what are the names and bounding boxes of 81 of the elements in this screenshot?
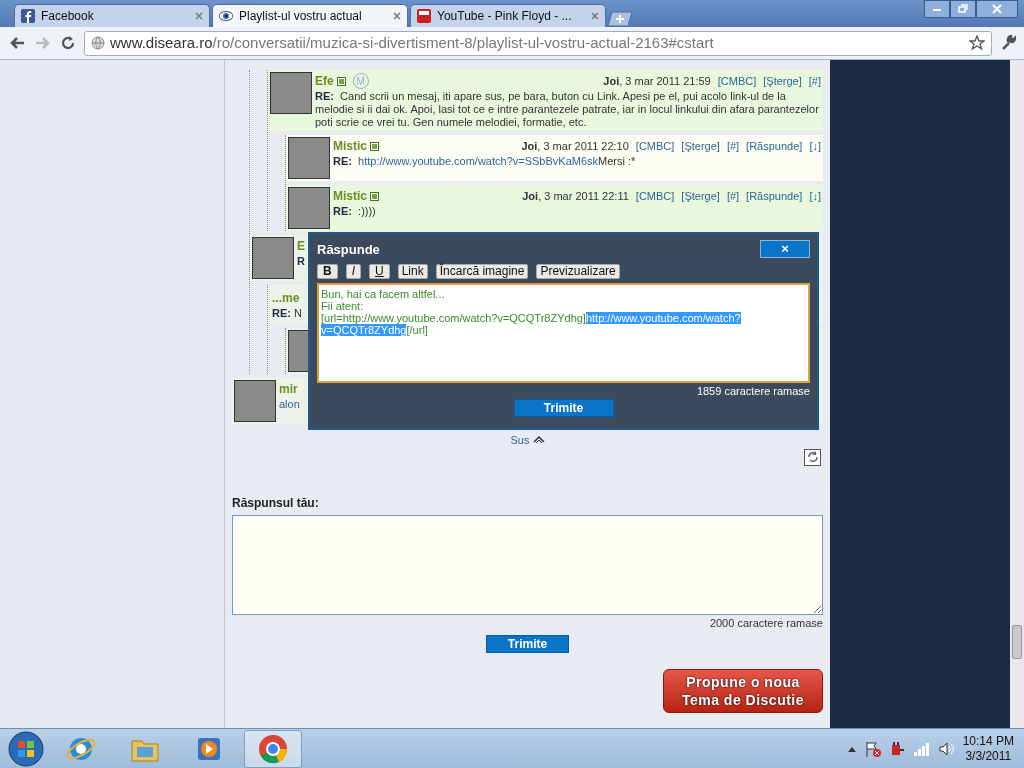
- avatar-placeholder: [288, 137, 330, 179]
- action-link[interactable]: [↓]: [809, 187, 821, 205]
- format-button[interactable]: Încarcă imagine: [435, 263, 529, 279]
- taskbar-button[interactable]: [244, 729, 302, 768]
- message-field[interactable]: Bun, hai ca facem altfel... Fii atent: [url=http://www.youtube.com/watch?v=QCQTr8ZYdhg]http://www.youtube.com/watch?v=QCQTr8ZYdhg[/url]: [317, 282, 810, 383]
- refresh-icon: [806, 451, 819, 463]
- action-link[interactable]: [Şterge]: [681, 137, 720, 155]
- restore-icon[interactable]: [950, 0, 976, 18]
- reload-icon[interactable]: [60, 35, 76, 51]
- chevron-up-icon: [532, 434, 545, 444]
- post-date: Joi, 3 mar 2011 21:59: [603, 73, 711, 89]
- post-date: Joi, 3 mar 2011 22:11: [522, 188, 629, 204]
- comment-text: RE: :)))): [333, 205, 376, 218]
- submit-button[interactable]: Trimite: [486, 635, 569, 653]
- address-bar[interactable]: www.diseara.ro/ro/conversatii/muzica-si-divertisment-8/playlist-ul-vostru-actual-2163#cstart: [84, 30, 992, 56]
- action-link[interactable]: [↓]: [809, 137, 821, 155]
- close-icon[interactable]: [591, 12, 599, 20]
- avatar-placeholder: [270, 72, 312, 114]
- format-button[interactable]: B: [317, 263, 338, 279]
- back-to-top-link[interactable]: Sus: [510, 434, 545, 446]
- action-link[interactable]: [#]: [726, 137, 740, 155]
- reply-label: Răspunsul tău:: [232, 494, 320, 512]
- clock-time[interactable]: 10:14 PM: [962, 733, 1014, 749]
- user-name[interactable]: Mistic: [333, 137, 367, 155]
- clock-date[interactable]: 3/3/2011: [962, 748, 1014, 764]
- eye-icon: [219, 9, 233, 23]
- character-counter: 1859 caractere ramase: [696, 384, 810, 397]
- avatar-placeholder: [234, 380, 276, 422]
- comment-text: RE: N: [272, 307, 302, 320]
- scrollbar[interactable]: [1010, 60, 1024, 728]
- close-icon[interactable]: [976, 0, 1018, 18]
- user-name[interactable]: Efe: [315, 72, 334, 90]
- start-orb-icon[interactable]: [6, 729, 46, 768]
- new-tab-icon[interactable]: [608, 11, 634, 27]
- action-link[interactable]: [CMBC]: [635, 137, 675, 155]
- user-name[interactable]: ...me: [272, 289, 300, 307]
- globe-icon: [91, 36, 105, 50]
- action-link[interactable]: [CMBC]: [717, 72, 757, 90]
- close-icon[interactable]: [195, 12, 203, 20]
- avatar-placeholder: [288, 187, 330, 229]
- star-icon[interactable]: [969, 35, 985, 51]
- action-link[interactable]: [#]: [726, 187, 740, 205]
- action-link[interactable]: [Şterge]: [763, 72, 802, 90]
- chrome-browser-icon: [257, 732, 289, 765]
- format-button[interactable]: I: [345, 263, 361, 279]
- video-site-icon: [417, 9, 431, 23]
- comment-text: R: [297, 255, 305, 268]
- user-name[interactable]: mir: [279, 380, 298, 398]
- format-button[interactable]: Previzualizare: [536, 263, 620, 279]
- format-button[interactable]: U: [369, 263, 390, 279]
- reply-field[interactable]: [232, 514, 823, 615]
- character-counter: 2000 caractere ramase: [708, 615, 823, 631]
- link[interactable]: http://www.youtube.com/watch?v=SSbBvKaM6sk: [358, 155, 599, 167]
- post-text: alon: [279, 398, 300, 411]
- wrench-icon[interactable]: [1000, 35, 1016, 51]
- avatar-placeholder: [252, 237, 294, 279]
- comment-text: RE: http://www.youtube.com/watch?v=SSbBvKaM6skMersi :*: [333, 155, 636, 168]
- refresh-button[interactable]: [804, 448, 821, 466]
- browser-tab[interactable]: Facebook: [14, 4, 210, 27]
- close-icon[interactable]: [393, 12, 401, 20]
- minimize-icon[interactable]: [924, 0, 950, 18]
- action-link[interactable]: [CMBC]: [635, 187, 675, 205]
- new-topic-button[interactable]: Propune o noua Tema de Discutie: [663, 669, 823, 713]
- submit-button[interactable]: Trimite: [513, 399, 614, 417]
- flag-icon[interactable]: [864, 740, 881, 757]
- format-button[interactable]: Link: [397, 263, 428, 279]
- speaker-icon[interactable]: [938, 741, 955, 756]
- browser-tab[interactable]: YouTube - Pink Floyd - ...: [410, 4, 606, 27]
- action-link[interactable]: [Răspunde]: [746, 187, 803, 205]
- action-link[interactable]: [Şterge]: [681, 187, 720, 205]
- back-icon[interactable]: [8, 35, 26, 51]
- user-name[interactable]: Mistic: [333, 187, 367, 205]
- browser-tab[interactable]: Playlist-ul vostru actual: [212, 4, 408, 27]
- close-button[interactable]: ×: [760, 240, 810, 258]
- dialog-title: Răspunde: [317, 241, 380, 259]
- facebook-icon: [21, 9, 35, 23]
- action-link[interactable]: [#]: [808, 72, 821, 90]
- user-name[interactable]: E: [297, 237, 305, 255]
- action-link[interactable]: [Răspunde]: [746, 137, 803, 155]
- post-date: Joi, 3 mar 2011 22:10: [521, 138, 629, 154]
- comment-text: RE: Cand scrii un mesaj, iti apare sus, pe bara, buton cu Link. Apesi pe el, pui acolo link-ul de la melodie si ii dai ok. Apoi, lasi tot ce e intre parantezele patrate, iar in locul linkului din afara parantezelor poti scrie ce vrei tu. Gen numele melodiei, formatie, etc.: [315, 90, 820, 129]
